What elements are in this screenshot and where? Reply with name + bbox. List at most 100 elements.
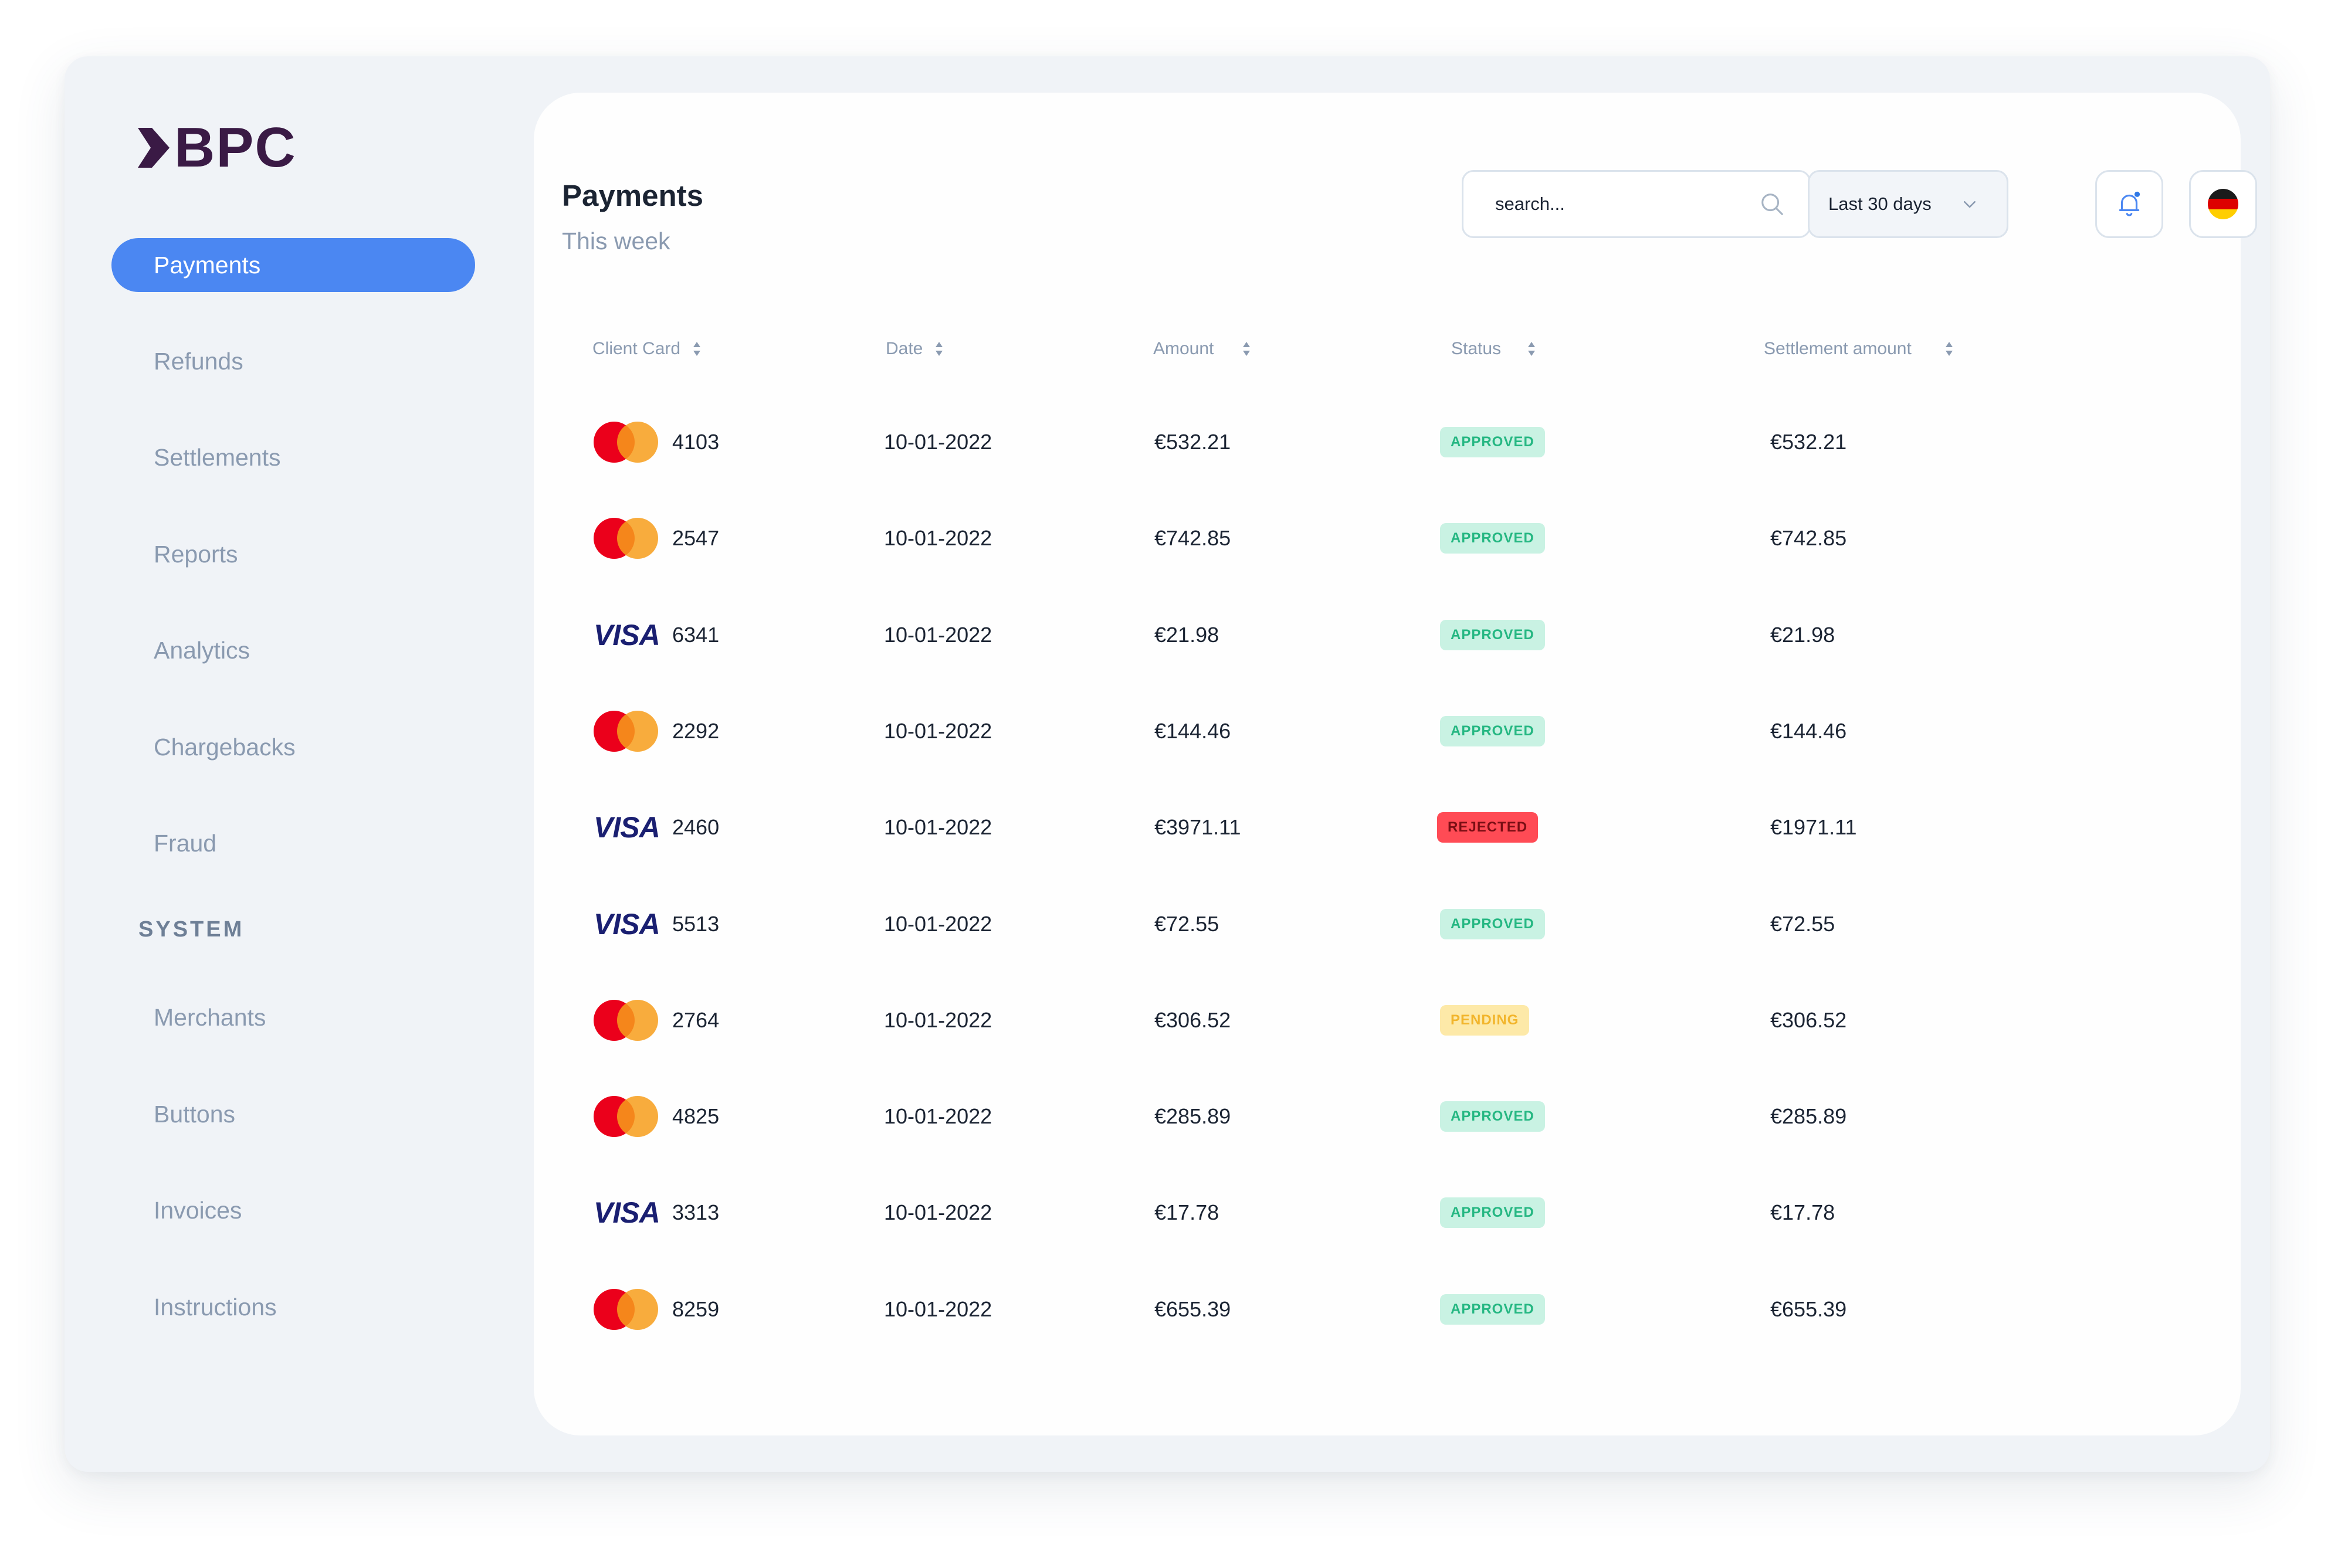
visa-logo-text: VISA [594, 619, 660, 651]
sidebar-item-reports[interactable]: Reports [111, 527, 475, 581]
sidebar-item-label: Reports [154, 540, 238, 568]
table-row[interactable]: 2764 10-01-2022 €306.52 PENDING €306.52 [534, 991, 2241, 1050]
sidebar-item-label: Instructions [154, 1293, 277, 1321]
payment-amount: €144.46 [1154, 719, 1231, 743]
payment-date: 10-01-2022 [884, 430, 992, 454]
table-row[interactable]: VISA 6341 10-01-2022 €21.98 APPROVED €21.98 [534, 606, 2241, 664]
sort-icon[interactable] [1527, 341, 1536, 357]
status-cell: APPROVED [1440, 1280, 1545, 1339]
mastercard-logo-icon [594, 1280, 658, 1339]
settlement-amount: €655.39 [1770, 1297, 1847, 1321]
main-panel: Payments This week Last 30 days [534, 93, 2257, 1435]
sidebar-item-buttons[interactable]: Buttons [111, 1087, 475, 1141]
sort-icon[interactable] [692, 341, 702, 357]
table-row[interactable]: VISA 2460 10-01-2022 €3971.11 REJECTED €1971.… [534, 798, 2241, 857]
card-last-digits: 2547 [672, 526, 720, 550]
payment-amount: €742.85 [1154, 526, 1231, 550]
notifications-button[interactable] [2095, 170, 2163, 238]
visa-logo-text: VISA [594, 811, 660, 844]
table-row[interactable]: VISA 5513 10-01-2022 €72.55 APPROVED €72.55 [534, 895, 2241, 953]
status-cell: APPROVED [1440, 1087, 1545, 1146]
germany-flag-icon [2208, 189, 2238, 219]
card-last-digits: 2764 [672, 1008, 720, 1032]
status-badge: APPROVED [1440, 1197, 1545, 1228]
status-cell: APPROVED [1440, 606, 1545, 664]
payment-amount: €306.52 [1154, 1008, 1231, 1032]
sidebar-item-invoices[interactable]: Invoices [111, 1183, 475, 1237]
payment-amount: €532.21 [1154, 430, 1231, 454]
search-icon[interactable] [1759, 191, 1785, 218]
status-cell: REJECTED [1437, 798, 1539, 857]
sidebar-item-instructions[interactable]: Instructions [111, 1280, 475, 1334]
status-badge: APPROVED [1440, 1101, 1545, 1132]
column-header-date[interactable]: Date [886, 339, 944, 359]
sort-icon[interactable] [934, 341, 944, 357]
card-last-digits: 4103 [672, 430, 720, 454]
sidebar-item-label: Payments [154, 251, 261, 279]
column-header-label: Amount [1153, 339, 1214, 358]
sidebar-item-payments[interactable]: Payments [111, 238, 475, 292]
column-header-amount[interactable]: Amount [1153, 339, 1251, 359]
table-row[interactable]: 8259 10-01-2022 €655.39 APPROVED €655.39 [534, 1280, 2241, 1339]
sidebar-item-merchants[interactable]: Merchants [111, 990, 475, 1044]
status-badge: APPROVED [1440, 1294, 1545, 1325]
status-badge: PENDING [1440, 1005, 1530, 1036]
card-last-digits: 3313 [672, 1200, 720, 1224]
column-header-settlement-amount[interactable]: Settlement amount [1764, 339, 1954, 359]
sidebar-item-label: Invoices [154, 1196, 242, 1224]
date-range-dropdown[interactable]: Last 30 days [1808, 170, 2008, 238]
settlement-amount: €1971.11 [1770, 815, 1857, 839]
column-header-label: Status [1451, 339, 1502, 358]
visa-logo-text: VISA [594, 1196, 660, 1229]
sidebar-item-label: Chargebacks [154, 733, 296, 761]
status-cell: APPROVED [1440, 413, 1545, 471]
search-box[interactable] [1462, 170, 1811, 238]
sort-icon[interactable] [1242, 341, 1251, 357]
column-header-label: Settlement amount [1764, 339, 1912, 358]
settlement-amount: €742.85 [1770, 526, 1847, 550]
payment-date: 10-01-2022 [884, 815, 992, 839]
sidebar-item-refunds[interactable]: Refunds [111, 334, 475, 388]
payment-amount: €17.78 [1154, 1200, 1219, 1224]
status-badge: APPROVED [1440, 523, 1545, 554]
status-cell: APPROVED [1440, 895, 1545, 953]
payment-amount: €3971.11 [1154, 815, 1241, 839]
language-button[interactable] [2189, 170, 2257, 238]
card-last-digits: 5513 [672, 912, 720, 936]
table-row[interactable]: VISA 3313 10-01-2022 €17.78 APPROVED €17.78 [534, 1183, 2241, 1242]
payment-date: 10-01-2022 [884, 1104, 992, 1128]
table-row[interactable]: 4103 10-01-2022 €532.21 APPROVED €532.21 [534, 413, 2241, 471]
search-input[interactable] [1494, 193, 1759, 215]
payment-date: 10-01-2022 [884, 1008, 992, 1032]
brand-chevron-icon [138, 128, 170, 168]
mastercard-logo-icon [594, 413, 658, 471]
table-row[interactable]: 4825 10-01-2022 €285.89 APPROVED €285.89 [534, 1087, 2241, 1146]
visa-logo-icon: VISA [594, 1183, 660, 1242]
sort-icon[interactable] [1944, 341, 1954, 357]
payment-amount: €72.55 [1154, 912, 1219, 936]
date-range-value: Last 30 days [1828, 194, 1932, 214]
bell-icon [2119, 191, 2140, 216]
settlement-amount: €532.21 [1770, 430, 1847, 454]
sidebar-item-chargebacks[interactable]: Chargebacks [111, 720, 475, 774]
brand-name: BPC [174, 116, 297, 179]
column-header-label: Date [886, 339, 923, 358]
payment-date: 10-01-2022 [884, 1200, 992, 1224]
settlement-amount: €72.55 [1770, 912, 1835, 936]
column-header-client-card[interactable]: Client Card [592, 339, 702, 359]
table-row[interactable]: 2292 10-01-2022 €144.46 APPROVED €144.46 [534, 702, 2241, 761]
status-cell: APPROVED [1440, 702, 1545, 761]
status-badge: APPROVED [1440, 716, 1545, 746]
brand-logo[interactable]: BPC [138, 120, 297, 176]
mastercard-logo-icon [594, 991, 658, 1050]
visa-logo-icon: VISA [594, 798, 660, 857]
status-cell: APPROVED [1440, 509, 1545, 568]
table-row[interactable]: 2547 10-01-2022 €742.85 APPROVED €742.85 [534, 509, 2241, 568]
sidebar-item-label: Merchants [154, 1003, 266, 1031]
sidebar-item-analytics[interactable]: Analytics [111, 623, 475, 677]
visa-logo-icon: VISA [594, 895, 660, 953]
sidebar-item-fraud[interactable]: Fraud [111, 816, 475, 870]
settlement-amount: €17.78 [1770, 1200, 1835, 1224]
column-header-status[interactable]: Status [1451, 339, 1536, 359]
sidebar-item-settlements[interactable]: Settlements [111, 430, 475, 484]
